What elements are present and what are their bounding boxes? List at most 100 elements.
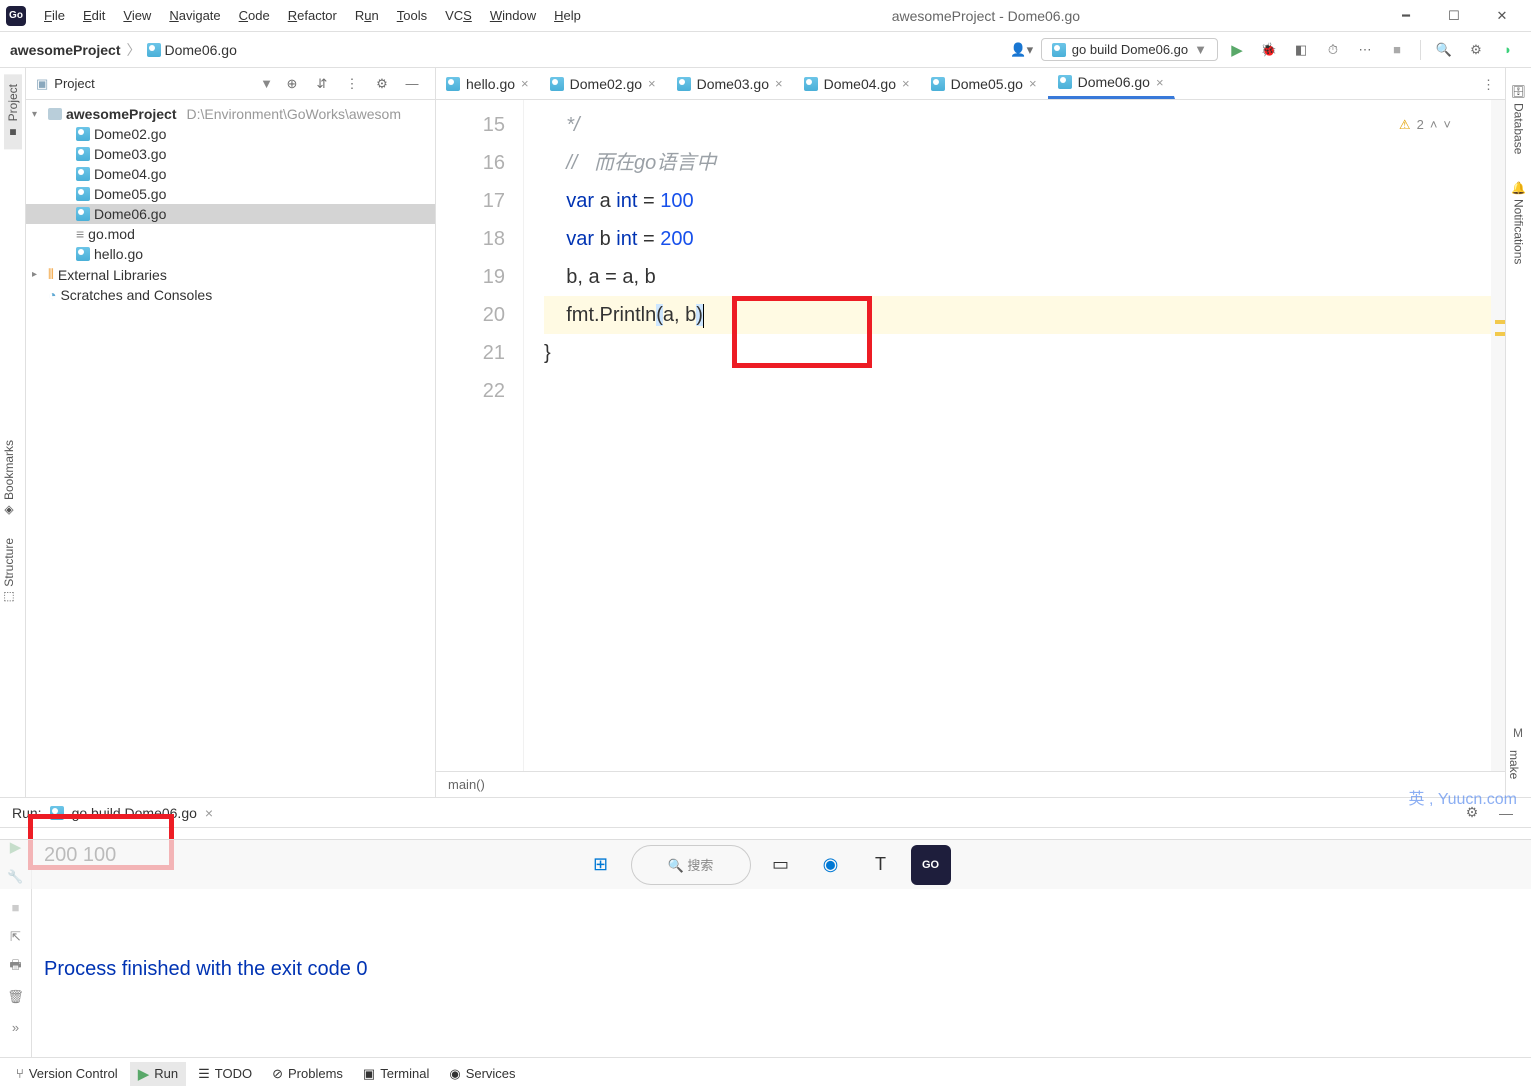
stop-icon[interactable]: ■ — [3, 894, 29, 920]
goland-icon[interactable]: ◗ — [1495, 37, 1521, 63]
statusbar-version-control[interactable]: ⑂Version Control — [8, 1063, 126, 1084]
hide-run-icon[interactable]: — — [1493, 800, 1519, 826]
statusbar-todo[interactable]: ☰TODO — [190, 1063, 260, 1085]
layout-icon[interactable]: ⇱ — [3, 924, 29, 950]
search-everywhere-button[interactable]: 🔍 — [1431, 37, 1457, 63]
menu-edit[interactable]: Edit — [75, 4, 113, 27]
sidebar-tab-project[interactable]: ■ Project — [4, 74, 22, 149]
profile-button[interactable]: ⏱ — [1320, 37, 1346, 63]
line-number[interactable]: 19 — [436, 258, 505, 296]
breadcrumb-project[interactable]: awesomeProject — [10, 42, 121, 58]
code-line[interactable]: b, a = a, b — [544, 258, 1491, 296]
code-line[interactable]: // 而在go语言中 — [544, 144, 1491, 182]
sidebar-tab-bookmarks[interactable]: ◈ Bookmarks — [0, 430, 18, 528]
code-line[interactable]: fmt.Println(a, b) — [544, 296, 1491, 334]
menu-view[interactable]: View — [115, 4, 159, 27]
next-highlight-icon[interactable]: ˅ — [1443, 106, 1451, 144]
code-line[interactable]: var b int = 200 — [544, 220, 1491, 258]
gear-icon[interactable]: ⚙ — [369, 71, 395, 97]
breadcrumb-file[interactable]: Dome06.go — [147, 42, 237, 58]
sidebar-tab-structure[interactable]: ⬚ Structure — [0, 528, 18, 615]
coverage-button[interactable]: ◧ — [1288, 37, 1314, 63]
code-line[interactable]: */ — [544, 106, 1491, 144]
taskbar-edge[interactable]: ◉ — [811, 845, 851, 885]
editor-tab[interactable]: Dome02.go× — [540, 68, 667, 99]
sidebar-tab-notifications[interactable]: 🔔 Notifications — [1510, 171, 1528, 275]
menu-window[interactable]: Window — [482, 4, 544, 27]
project-tree[interactable]: ▾ awesomeProject D:\Environment\GoWorks\… — [26, 100, 435, 797]
run-settings-icon[interactable]: ⚙ — [1459, 800, 1485, 826]
line-number[interactable]: 16 — [436, 144, 505, 182]
run-button[interactable]: ▶ — [1224, 37, 1250, 63]
tree-external-libs[interactable]: ▸⫴ External Libraries — [26, 264, 435, 285]
sidebar-tab-database[interactable]: 🗄 Database — [1510, 74, 1528, 165]
tree-file[interactable]: Dome06.go — [26, 204, 435, 224]
trash-icon[interactable]: 🗑 — [3, 984, 29, 1010]
hide-icon[interactable]: — — [399, 71, 425, 97]
editor-tab[interactable]: Dome04.go× — [794, 68, 921, 99]
menu-vcs[interactable]: VCS — [437, 4, 480, 27]
run-config-selector[interactable]: go build Dome06.go ▼ — [1041, 38, 1218, 61]
editor-tab[interactable]: Dome05.go× — [921, 68, 1048, 99]
more-run-button[interactable]: ⋯ — [1352, 37, 1378, 63]
sidebar-tab-make[interactable]: make — [1505, 740, 1523, 789]
statusbar-run[interactable]: ▶Run — [130, 1062, 186, 1086]
close-tab-icon[interactable]: × — [205, 805, 213, 821]
line-number[interactable]: 17 — [436, 182, 505, 220]
debug-button[interactable]: 🐞 — [1256, 37, 1282, 63]
menu-navigate[interactable]: Navigate — [161, 4, 228, 27]
select-opened-file-icon[interactable]: ⊕ — [279, 71, 305, 97]
code-editor[interactable]: ⚠ 2 ˄ ˅ */ // 而在go语言中 var a int = 100 va… — [524, 100, 1491, 771]
line-number[interactable]: 21 — [436, 334, 505, 372]
line-number[interactable]: 22 — [436, 372, 505, 410]
tree-file[interactable]: Dome03.go — [26, 144, 435, 164]
editor-tab[interactable]: hello.go× — [436, 68, 540, 99]
code-line[interactable] — [544, 372, 1491, 410]
tree-file[interactable]: ≡go.mod — [26, 224, 435, 244]
editor-breadcrumb[interactable]: main() — [436, 771, 1505, 797]
taskbar-start[interactable]: ⊞ — [581, 845, 621, 885]
menu-refactor[interactable]: Refactor — [280, 4, 345, 27]
close-button[interactable]: ✕ — [1479, 2, 1525, 30]
menu-code[interactable]: Code — [231, 4, 278, 27]
close-tab-icon[interactable]: × — [1156, 75, 1164, 90]
taskbar-taskview[interactable]: ▭ — [761, 845, 801, 885]
more-icon[interactable]: » — [3, 1014, 29, 1040]
line-number[interactable]: 20 — [436, 296, 505, 334]
close-tab-icon[interactable]: × — [902, 76, 910, 91]
sidebar-tab-m[interactable]: M — [1505, 726, 1531, 740]
close-tab-icon[interactable]: × — [521, 76, 529, 91]
editor-tab[interactable]: Dome06.go× — [1048, 68, 1175, 99]
prev-highlight-icon[interactable]: ˄ — [1430, 106, 1438, 144]
user-icon[interactable]: 👤▾ — [1009, 37, 1035, 63]
taskbar-text[interactable]: T — [861, 845, 901, 885]
inspection-badge[interactable]: ⚠ 2 ˄ ˅ — [1399, 106, 1451, 144]
stop-button[interactable]: ■ — [1384, 37, 1410, 63]
code-line[interactable]: var a int = 100 — [544, 182, 1491, 220]
settings-button[interactable]: ⚙ — [1463, 37, 1489, 63]
expand-all-icon[interactable]: ⇵ — [309, 71, 335, 97]
tabs-more-icon[interactable]: ⋮ — [1472, 71, 1505, 99]
close-tab-icon[interactable]: × — [775, 76, 783, 91]
collapse-all-icon[interactable]: ⋮ — [339, 71, 365, 97]
statusbar-problems[interactable]: ⊘Problems — [264, 1063, 351, 1085]
tree-file[interactable]: hello.go — [26, 244, 435, 264]
editor-tab[interactable]: Dome03.go× — [667, 68, 794, 99]
statusbar-services[interactable]: ◉Services — [441, 1063, 523, 1085]
close-tab-icon[interactable]: × — [1029, 76, 1037, 91]
minimize-button[interactable]: ━ — [1383, 2, 1429, 30]
menu-tools[interactable]: Tools — [389, 4, 435, 27]
line-number[interactable]: 18 — [436, 220, 505, 258]
maximize-button[interactable]: ☐ — [1431, 2, 1477, 30]
tree-file[interactable]: Dome02.go — [26, 124, 435, 144]
line-number[interactable]: 15 — [436, 106, 505, 144]
error-stripe[interactable] — [1491, 100, 1505, 771]
taskbar-search[interactable]: 🔍 搜索 — [631, 845, 751, 885]
project-view-dropdown[interactable]: ▼ — [260, 76, 273, 91]
taskbar-goland[interactable]: GO — [911, 845, 951, 885]
tree-file[interactable]: Dome05.go — [26, 184, 435, 204]
menu-help[interactable]: Help — [546, 4, 589, 27]
close-tab-icon[interactable]: × — [648, 76, 656, 91]
tree-file[interactable]: Dome04.go — [26, 164, 435, 184]
statusbar-terminal[interactable]: ▣Terminal — [355, 1063, 437, 1085]
